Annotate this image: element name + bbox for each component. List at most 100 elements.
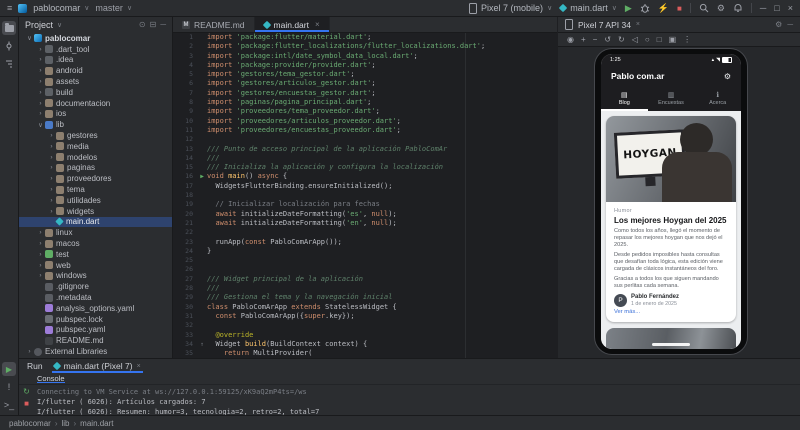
app-content[interactable]: HOYGAN Humor Los mejores Hoygan del 2025… xyxy=(601,111,741,349)
tree-item-gestores[interactable]: › gestores xyxy=(19,130,172,141)
expand-chevron-icon[interactable]: › xyxy=(36,46,45,53)
expand-chevron-icon[interactable]: › xyxy=(47,132,56,139)
structure-tool-button[interactable] xyxy=(2,57,16,71)
device-tab-label[interactable]: Pixel 7 API 34 xyxy=(578,20,631,30)
tree-item-readme-md[interactable]: README.md xyxy=(19,335,172,346)
window-maximize-button[interactable]: □ xyxy=(774,3,779,13)
tree-item--metadata[interactable]: .metadata xyxy=(19,292,172,303)
rotate-left-icon[interactable]: ↺ xyxy=(604,35,611,44)
expand-chevron-icon[interactable]: › xyxy=(36,240,45,247)
window-close-button[interactable]: × xyxy=(788,3,793,13)
tree-item-widgets[interactable]: › widgets xyxy=(19,206,172,217)
tree-item-pablocomar[interactable]: ∨ pablocomar xyxy=(19,33,172,44)
expand-chevron-icon[interactable]: › xyxy=(36,89,45,96)
expand-chevron-icon[interactable]: › xyxy=(36,110,45,117)
expand-chevron-icon[interactable]: › xyxy=(47,175,56,182)
run-tab[interactable]: main.dart (Pixel 7) × xyxy=(52,359,143,373)
project-tool-button[interactable] xyxy=(2,21,16,35)
run-configuration-selector[interactable]: main.dart ∨ xyxy=(558,3,617,13)
run-tool-button[interactable]: ▶ xyxy=(2,362,16,376)
hide-panel-icon[interactable]: ─ xyxy=(160,20,166,29)
tree-item--gitignore[interactable]: .gitignore xyxy=(19,281,172,292)
expand-chevron-icon[interactable]: ∨ xyxy=(25,34,34,42)
tree-item-tema[interactable]: › tema xyxy=(19,184,172,195)
phone-screen[interactable]: 1:25 ▴ ◥ Pablo com.ar ⚙ ▤ Blog ▥ Encuestas ℹ… xyxy=(601,54,741,349)
run-button[interactable]: ▶ xyxy=(625,3,632,14)
tree-item-paginas[interactable]: › paginas xyxy=(19,163,172,174)
app-tab-encuestas[interactable]: ▥ Encuestas xyxy=(648,87,695,111)
tree-item-assets[interactable]: › assets xyxy=(19,76,172,87)
tree-item-build[interactable]: › build xyxy=(19,87,172,98)
tree-item-main-dart[interactable]: main.dart xyxy=(19,216,172,228)
tree-item-macos[interactable]: › macos xyxy=(19,238,172,249)
window-minimize-button[interactable]: ─ xyxy=(760,3,766,13)
code-area[interactable]: 1 import 'package:flutter/material.dart';… xyxy=(173,33,557,358)
read-more-link[interactable]: Ver más... xyxy=(614,309,728,315)
tree-item-external-libraries[interactable]: › External Libraries xyxy=(19,346,172,357)
breadcrumb[interactable]: pablocomar › lib › main.dart xyxy=(9,419,114,428)
expand-chevron-icon[interactable]: › xyxy=(36,56,45,63)
hide-panel-icon[interactable]: ─ xyxy=(787,20,793,29)
expand-chevron-icon[interactable]: › xyxy=(36,67,45,74)
run-console[interactable]: Connecting to VM Service at ws://127.0.0… xyxy=(37,387,796,416)
tree-item-linux[interactable]: › linux xyxy=(19,227,172,238)
stop-button[interactable]: ■ xyxy=(677,4,682,13)
tree-item-documentacion[interactable]: › documentacion xyxy=(19,98,172,109)
device-selector[interactable]: Pixel 7 (mobile) ∨ xyxy=(469,2,552,14)
search-everywhere-button[interactable] xyxy=(699,3,709,13)
close-icon[interactable]: × xyxy=(137,363,141,370)
breadcrumb-item[interactable]: pablocomar xyxy=(9,419,51,428)
tree-item-lib[interactable]: ∨ lib xyxy=(19,119,172,130)
volume-down-icon[interactable]: − xyxy=(593,35,598,44)
expand-chevron-icon[interactable]: › xyxy=(25,348,34,355)
collapse-all-icon[interactable]: ⊟ xyxy=(150,20,157,29)
breadcrumb-item[interactable]: lib xyxy=(61,419,69,428)
settings-button[interactable]: ⚙ xyxy=(717,3,725,14)
tree-item-windows[interactable]: › windows xyxy=(19,271,172,282)
debug-button[interactable] xyxy=(640,3,650,13)
app-tab-acerca[interactable]: ℹ Acerca xyxy=(694,87,741,111)
hamburger-menu-icon[interactable]: ≡ xyxy=(7,3,12,13)
terminal-tool-button[interactable]: >_ xyxy=(2,398,16,412)
expand-chevron-icon[interactable]: › xyxy=(47,164,56,171)
console-subtab[interactable]: Console xyxy=(37,374,65,383)
expand-chevron-icon[interactable]: › xyxy=(36,78,45,85)
expand-chevron-icon[interactable]: › xyxy=(36,272,45,279)
commit-tool-button[interactable] xyxy=(2,39,16,53)
device-settings-icon[interactable]: ⚙ xyxy=(775,20,782,29)
screenshot-icon[interactable]: ▣ xyxy=(669,35,677,44)
power-icon[interactable]: ◉ xyxy=(567,35,574,44)
override-gutter-icon[interactable]: ↑ xyxy=(197,340,207,349)
close-tab-icon[interactable]: × xyxy=(315,20,320,29)
expand-chevron-icon[interactable]: › xyxy=(36,100,45,107)
editor-tab-main.dart[interactable]: main.dart × xyxy=(254,17,330,32)
expand-chevron-icon[interactable]: › xyxy=(36,229,45,236)
overview-icon[interactable]: □ xyxy=(657,35,662,44)
expand-chevron-icon[interactable]: › xyxy=(36,251,45,258)
breadcrumb-item[interactable]: main.dart xyxy=(80,419,113,428)
tree-item-analysis-options-yaml[interactable]: analysis_options.yaml xyxy=(19,303,172,314)
back-icon[interactable]: ◁ xyxy=(632,35,638,44)
tree-item-test[interactable]: › test xyxy=(19,249,172,260)
tree-item-proveedores[interactable]: › proveedores xyxy=(19,173,172,184)
tree-item-utilidades[interactable]: › utilidades xyxy=(19,195,172,206)
tree-item-android[interactable]: › android xyxy=(19,65,172,76)
tree-item--idea[interactable]: › .idea xyxy=(19,55,172,66)
tree-item-media[interactable]: › media xyxy=(19,141,172,152)
more-icon[interactable]: ⋮ xyxy=(683,35,691,44)
close-icon[interactable]: × xyxy=(636,21,640,28)
tree-item--dart-tool[interactable]: › .dart_tool xyxy=(19,44,172,55)
expand-chevron-icon[interactable]: › xyxy=(47,154,56,161)
tree-item-modelos[interactable]: › modelos xyxy=(19,152,172,163)
tree-item-pubspec-lock[interactable]: pubspec.lock xyxy=(19,314,172,325)
rotate-right-icon[interactable]: ↻ xyxy=(618,35,625,44)
expand-chevron-icon[interactable]: › xyxy=(47,197,56,204)
app-tab-blog[interactable]: ▤ Blog xyxy=(601,87,648,111)
expand-chevron-icon[interactable]: › xyxy=(47,208,56,215)
editor-tab-readme.md[interactable]: M README.md xyxy=(173,17,255,32)
tree-item-ios[interactable]: › ios xyxy=(19,109,172,120)
project-panel-title[interactable]: Project xyxy=(25,20,53,30)
run-main-gutter-icon[interactable]: ▶ xyxy=(197,172,207,181)
stop-process-button[interactable]: ■ xyxy=(24,399,29,408)
select-opened-file-icon[interactable]: ⊙ xyxy=(139,20,146,29)
